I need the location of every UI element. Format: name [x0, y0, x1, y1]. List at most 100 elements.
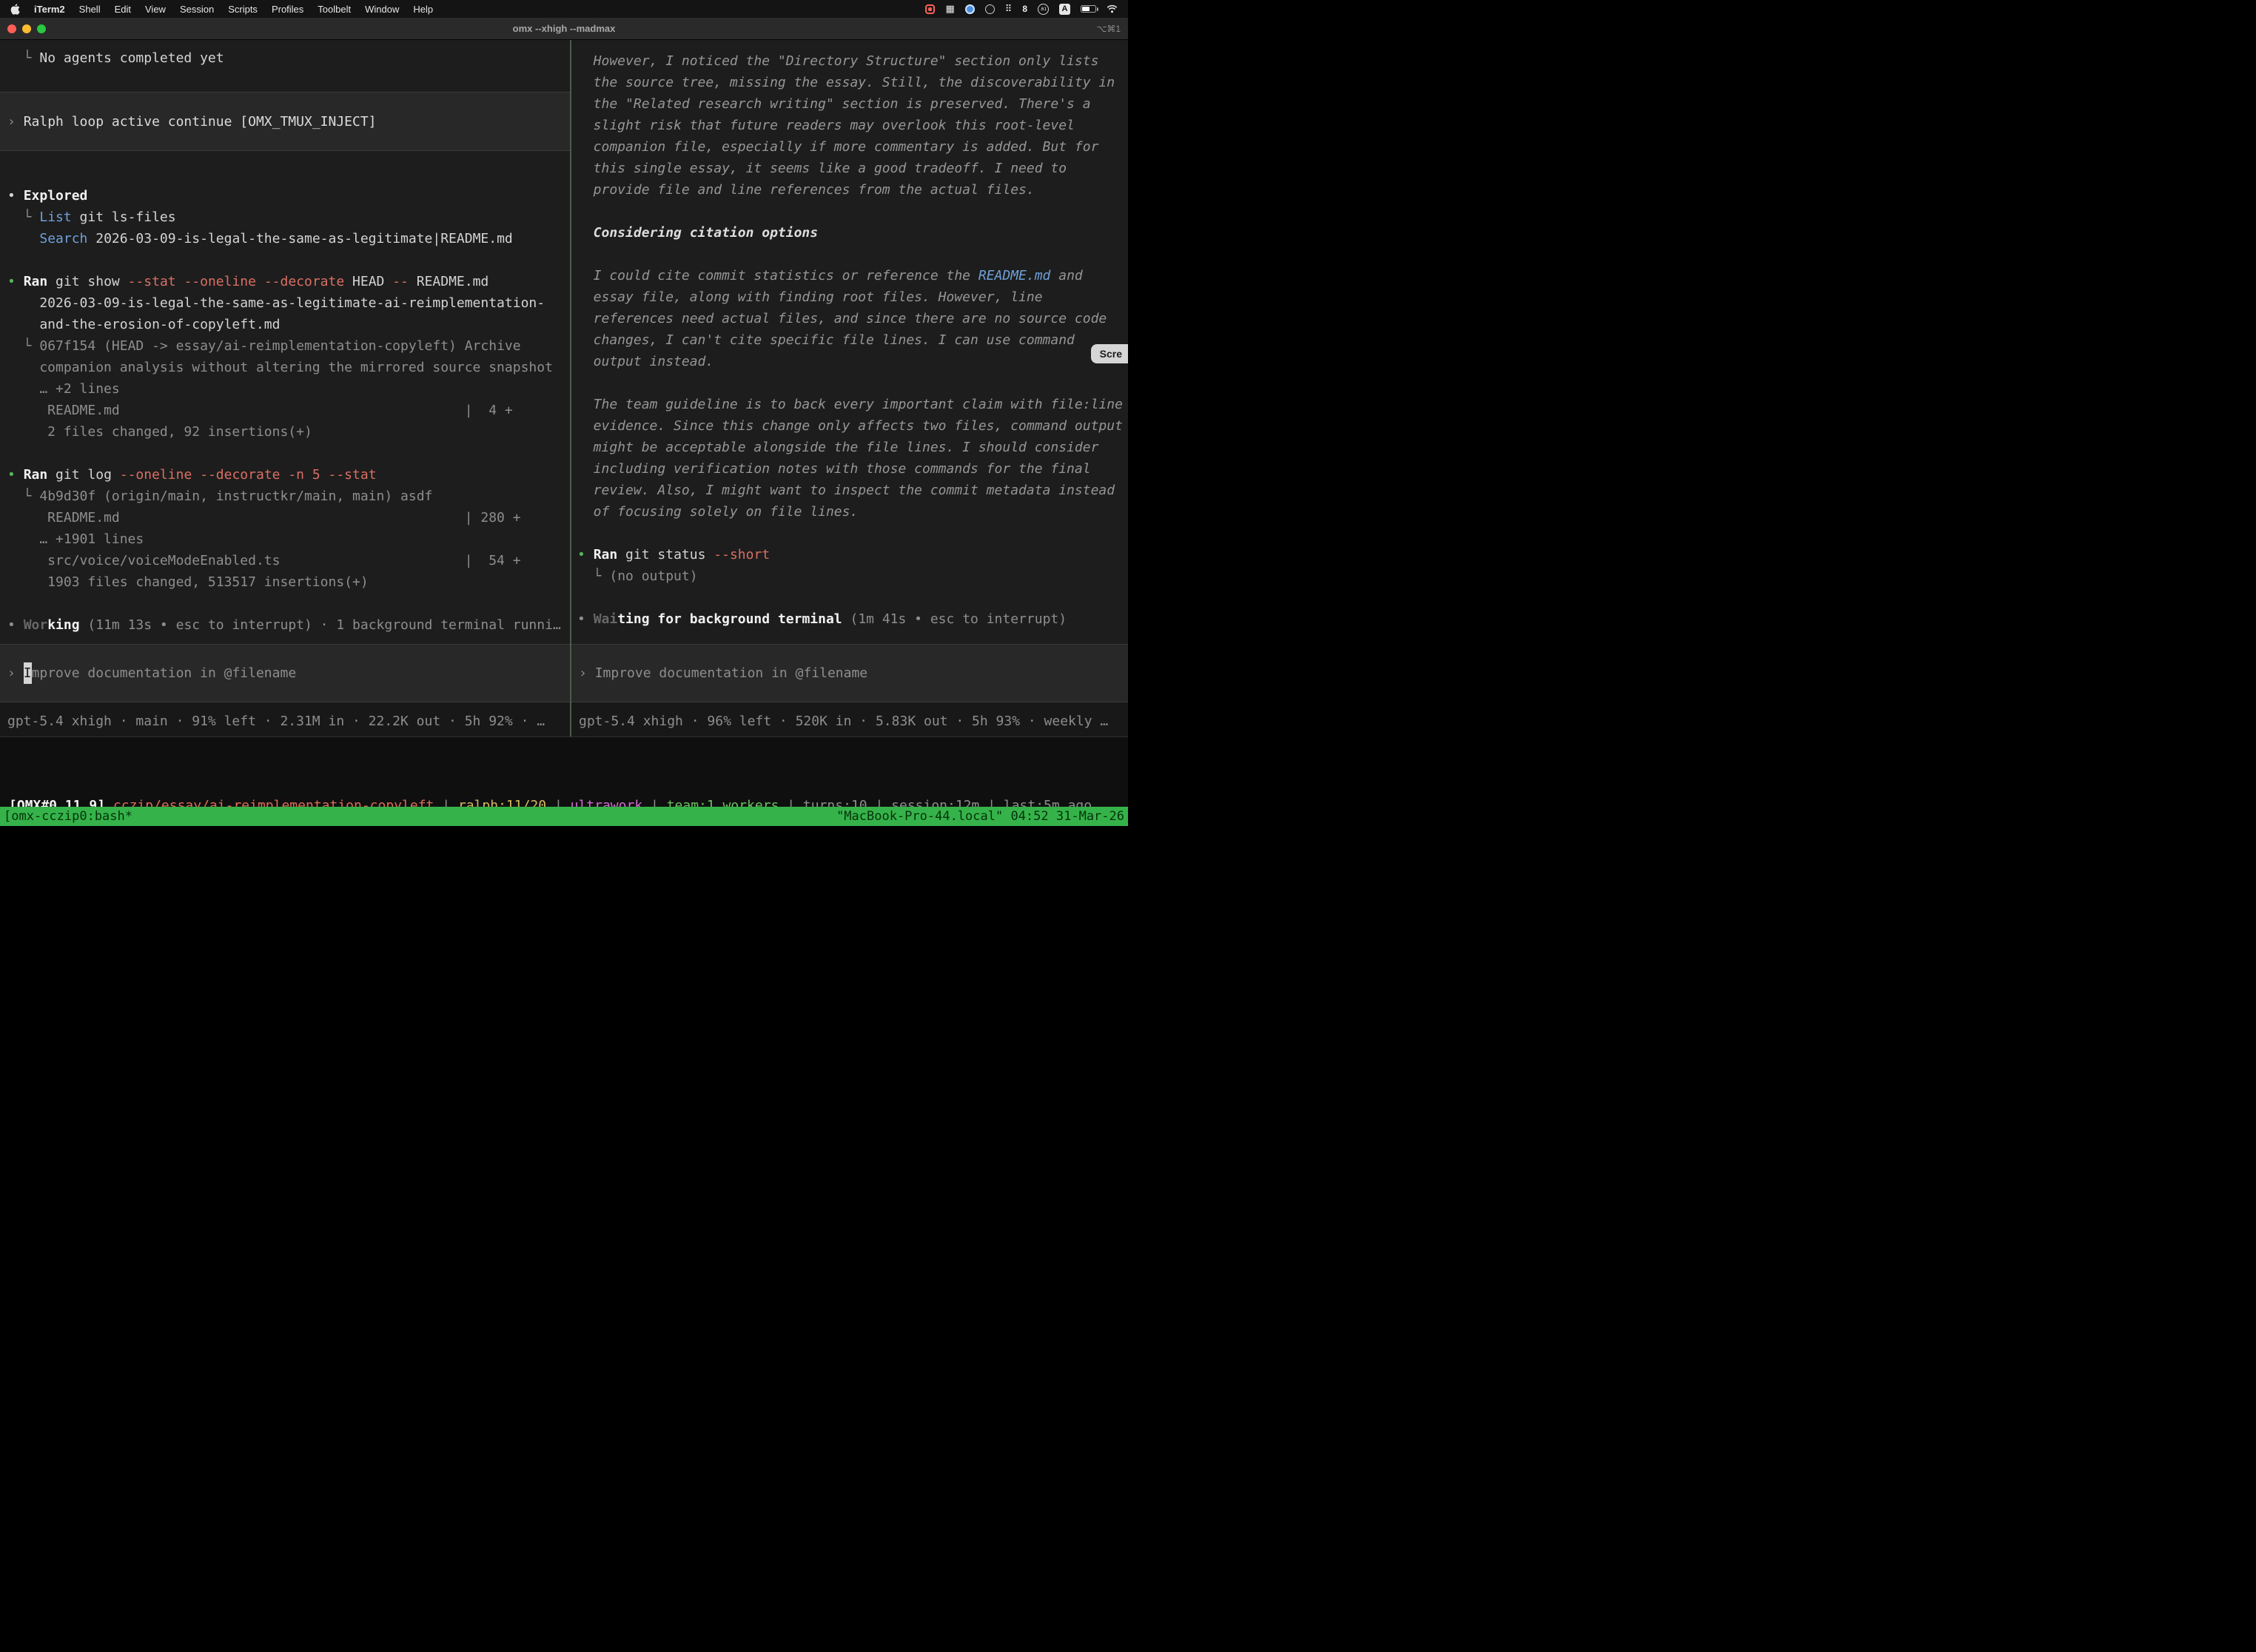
terminal-line — [577, 201, 1124, 222]
zoom-button[interactable] — [37, 24, 46, 33]
menu-item-scripts[interactable]: Scripts — [228, 4, 258, 15]
text-segment: However, I noticed the "Directory Struct… — [577, 53, 1098, 69]
terminal-line: README.md | 280 + — [7, 507, 564, 528]
left-prompt-input[interactable]: › Improve documentation in @filename — [0, 644, 570, 702]
menu-item-window[interactable]: Window — [365, 4, 399, 15]
terminal-line: might be acceptable alongside the file l… — [577, 437, 1124, 458]
text-segment: last:5m ago — [1004, 798, 1092, 807]
terminal-line: However, I noticed the "Directory Struct… — [577, 50, 1124, 72]
terminal-line: … +2 lines — [7, 378, 564, 400]
menu-bar-status-icons: ▦ ⠿ 8 .61 A — [925, 4, 1118, 15]
terminal-line: • Ran git status --short — [577, 544, 1124, 565]
right-terminal-pane[interactable]: However, I noticed the "Directory Struct… — [571, 40, 1128, 736]
terminal-line: Search 2026-03-09-is-legal-the-same-as-l… — [7, 228, 564, 249]
text-segment: Ran — [24, 274, 56, 289]
terminal-line: the source tree, missing the essay. Stil… — [577, 72, 1124, 93]
text-segment: (11m 13s • esc to interrupt) · 1 backgro… — [80, 617, 561, 633]
text-segment: The team guideline is to back every impo… — [577, 397, 1123, 412]
text-segment: | — [546, 798, 571, 807]
text-segment: README.md | 4 + — [7, 403, 513, 418]
menu-item-view[interactable]: View — [145, 4, 166, 15]
terminal-line: I could cite commit statistics or refere… — [577, 265, 1124, 286]
text-segment: Ran — [594, 547, 625, 563]
gauge-icon[interactable]: .61 — [1038, 4, 1049, 15]
text-segment: … +2 lines — [7, 381, 120, 397]
dark-app-icon[interactable] — [985, 4, 995, 14]
menu-item-session[interactable]: Session — [180, 4, 214, 15]
text-segment: --oneline --decorate -n 5 --stat — [120, 467, 377, 483]
text-segment: companion analysis without altering the … — [7, 360, 553, 375]
text-segment: • — [577, 547, 594, 563]
left-pane-top: └ No agents completed yet — [0, 40, 570, 69]
text-segment: king — [47, 617, 79, 633]
input-text: Improve documentation in @filename — [595, 662, 867, 684]
terminal-line: └ List git ls-files — [7, 206, 564, 228]
menu-item-toolbelt[interactable]: Toolbelt — [318, 4, 351, 15]
menu-item-shell[interactable]: Shell — [79, 4, 101, 15]
window-title: omx --xhigh --madmax — [0, 23, 1128, 34]
terminal-line — [7, 249, 564, 271]
battery-icon[interactable] — [1081, 5, 1096, 13]
menu-item-profiles[interactable]: Profiles — [272, 4, 303, 15]
terminal-line: Considering citation options — [577, 222, 1124, 244]
menu-item-help[interactable]: Help — [413, 4, 433, 15]
terminal-line: output instead. — [577, 351, 1124, 372]
text-segment: Wor — [24, 617, 48, 633]
text-segment: └ — [577, 568, 609, 584]
right-pane-content: However, I noticed the "Directory Struct… — [571, 40, 1128, 644]
text-segment: companion file, especially if more comme… — [577, 139, 1098, 155]
text-segment: including verification notes with those … — [577, 461, 1091, 477]
text-cursor: I — [24, 662, 32, 684]
text-segment: README.md | 280 + — [7, 510, 521, 526]
apple-icon[interactable] — [10, 4, 20, 15]
blue-app-icon[interactable] — [965, 4, 975, 14]
text-segment: of focusing solely on file lines. — [577, 504, 858, 520]
terminal-line: └ 4b9d30f (origin/main, instructkr/main,… — [7, 486, 564, 507]
terminal-line: • Explored — [7, 185, 564, 206]
text-segment: └ — [7, 338, 39, 354]
text-segment: Explored — [24, 188, 88, 204]
terminal-line: • Ran git log --oneline --decorate -n 5 … — [7, 464, 564, 486]
grid-app-icon[interactable]: ▦ — [945, 4, 954, 15]
text-segment: (no output) — [609, 568, 697, 584]
text-segment: HEAD — [352, 274, 392, 289]
text-segment: README.md — [417, 274, 489, 289]
left-terminal-pane[interactable]: └ No agents completed yet › Ralph loop a… — [0, 40, 570, 736]
window-titlebar[interactable]: omx --xhigh --madmax ⌥⌘1 — [0, 18, 1128, 40]
text-segment: the "Related research writing" section i… — [577, 96, 1091, 112]
terminal-line: changes, I can't cite specific file line… — [577, 329, 1124, 351]
terminal-line: 1903 files changed, 513517 insertions(+) — [7, 571, 564, 593]
text-segment: provide file and line references from th… — [577, 182, 1035, 198]
text-segment: 2026-03-09-is-legal-the-same-as-legitima… — [87, 231, 512, 246]
text-segment: • — [7, 617, 24, 633]
terminal-line: • Ran git show --stat --oneline --decora… — [7, 271, 564, 292]
terminal-line: └ No agents completed yet — [7, 47, 564, 69]
screen-recording-indicator-icon[interactable] — [925, 4, 935, 14]
text-segment: --stat --oneline --decorate — [128, 274, 352, 289]
minimize-button[interactable] — [22, 24, 31, 33]
menu-item-edit[interactable]: Edit — [115, 4, 131, 15]
text-segment: README.md — [978, 268, 1051, 283]
menu-items: iTerm2 Shell Edit View Session Scripts Profile… — [34, 4, 433, 15]
terminal-line: src/voice/voiceModeEnabled.ts | 54 + — [7, 550, 564, 571]
text-segment: 1903 files changed, 513517 insertions(+) — [7, 574, 369, 590]
terminal-line: 2 files changed, 92 insertions(+) — [7, 421, 564, 443]
input-source-icon[interactable]: A — [1059, 4, 1070, 15]
wifi-icon[interactable] — [1107, 4, 1118, 13]
menu-item-iterm2[interactable]: iTerm2 — [34, 4, 65, 15]
dots-grid-icon[interactable]: ⠿ — [1005, 4, 1013, 15]
text-segment: └ — [7, 488, 39, 504]
close-button[interactable] — [7, 24, 16, 33]
right-prompt-input[interactable]: › Improve documentation in @filename — [571, 644, 1128, 702]
input-prompt-chevron: › — [7, 662, 24, 684]
keyboard-app-icon[interactable]: 8 — [1022, 4, 1027, 14]
text-segment: I could cite commit statistics or refere… — [577, 268, 978, 283]
terminal-line — [7, 593, 564, 614]
terminal-line: 2026-03-09-is-legal-the-same-as-legitima… — [7, 292, 564, 314]
screen-share-overlay[interactable]: Scre — [1091, 344, 1128, 363]
text-segment: ultrawork — [571, 798, 643, 807]
queued-prompt-chevron: › — [7, 111, 24, 132]
terminal-line: and-the-erosion-of-copyleft.md — [7, 314, 564, 335]
terminal-line — [577, 244, 1124, 265]
omx-status-region: [OMX#0.11.9] cczip/essay/ai-reimplementa… — [0, 737, 1128, 807]
